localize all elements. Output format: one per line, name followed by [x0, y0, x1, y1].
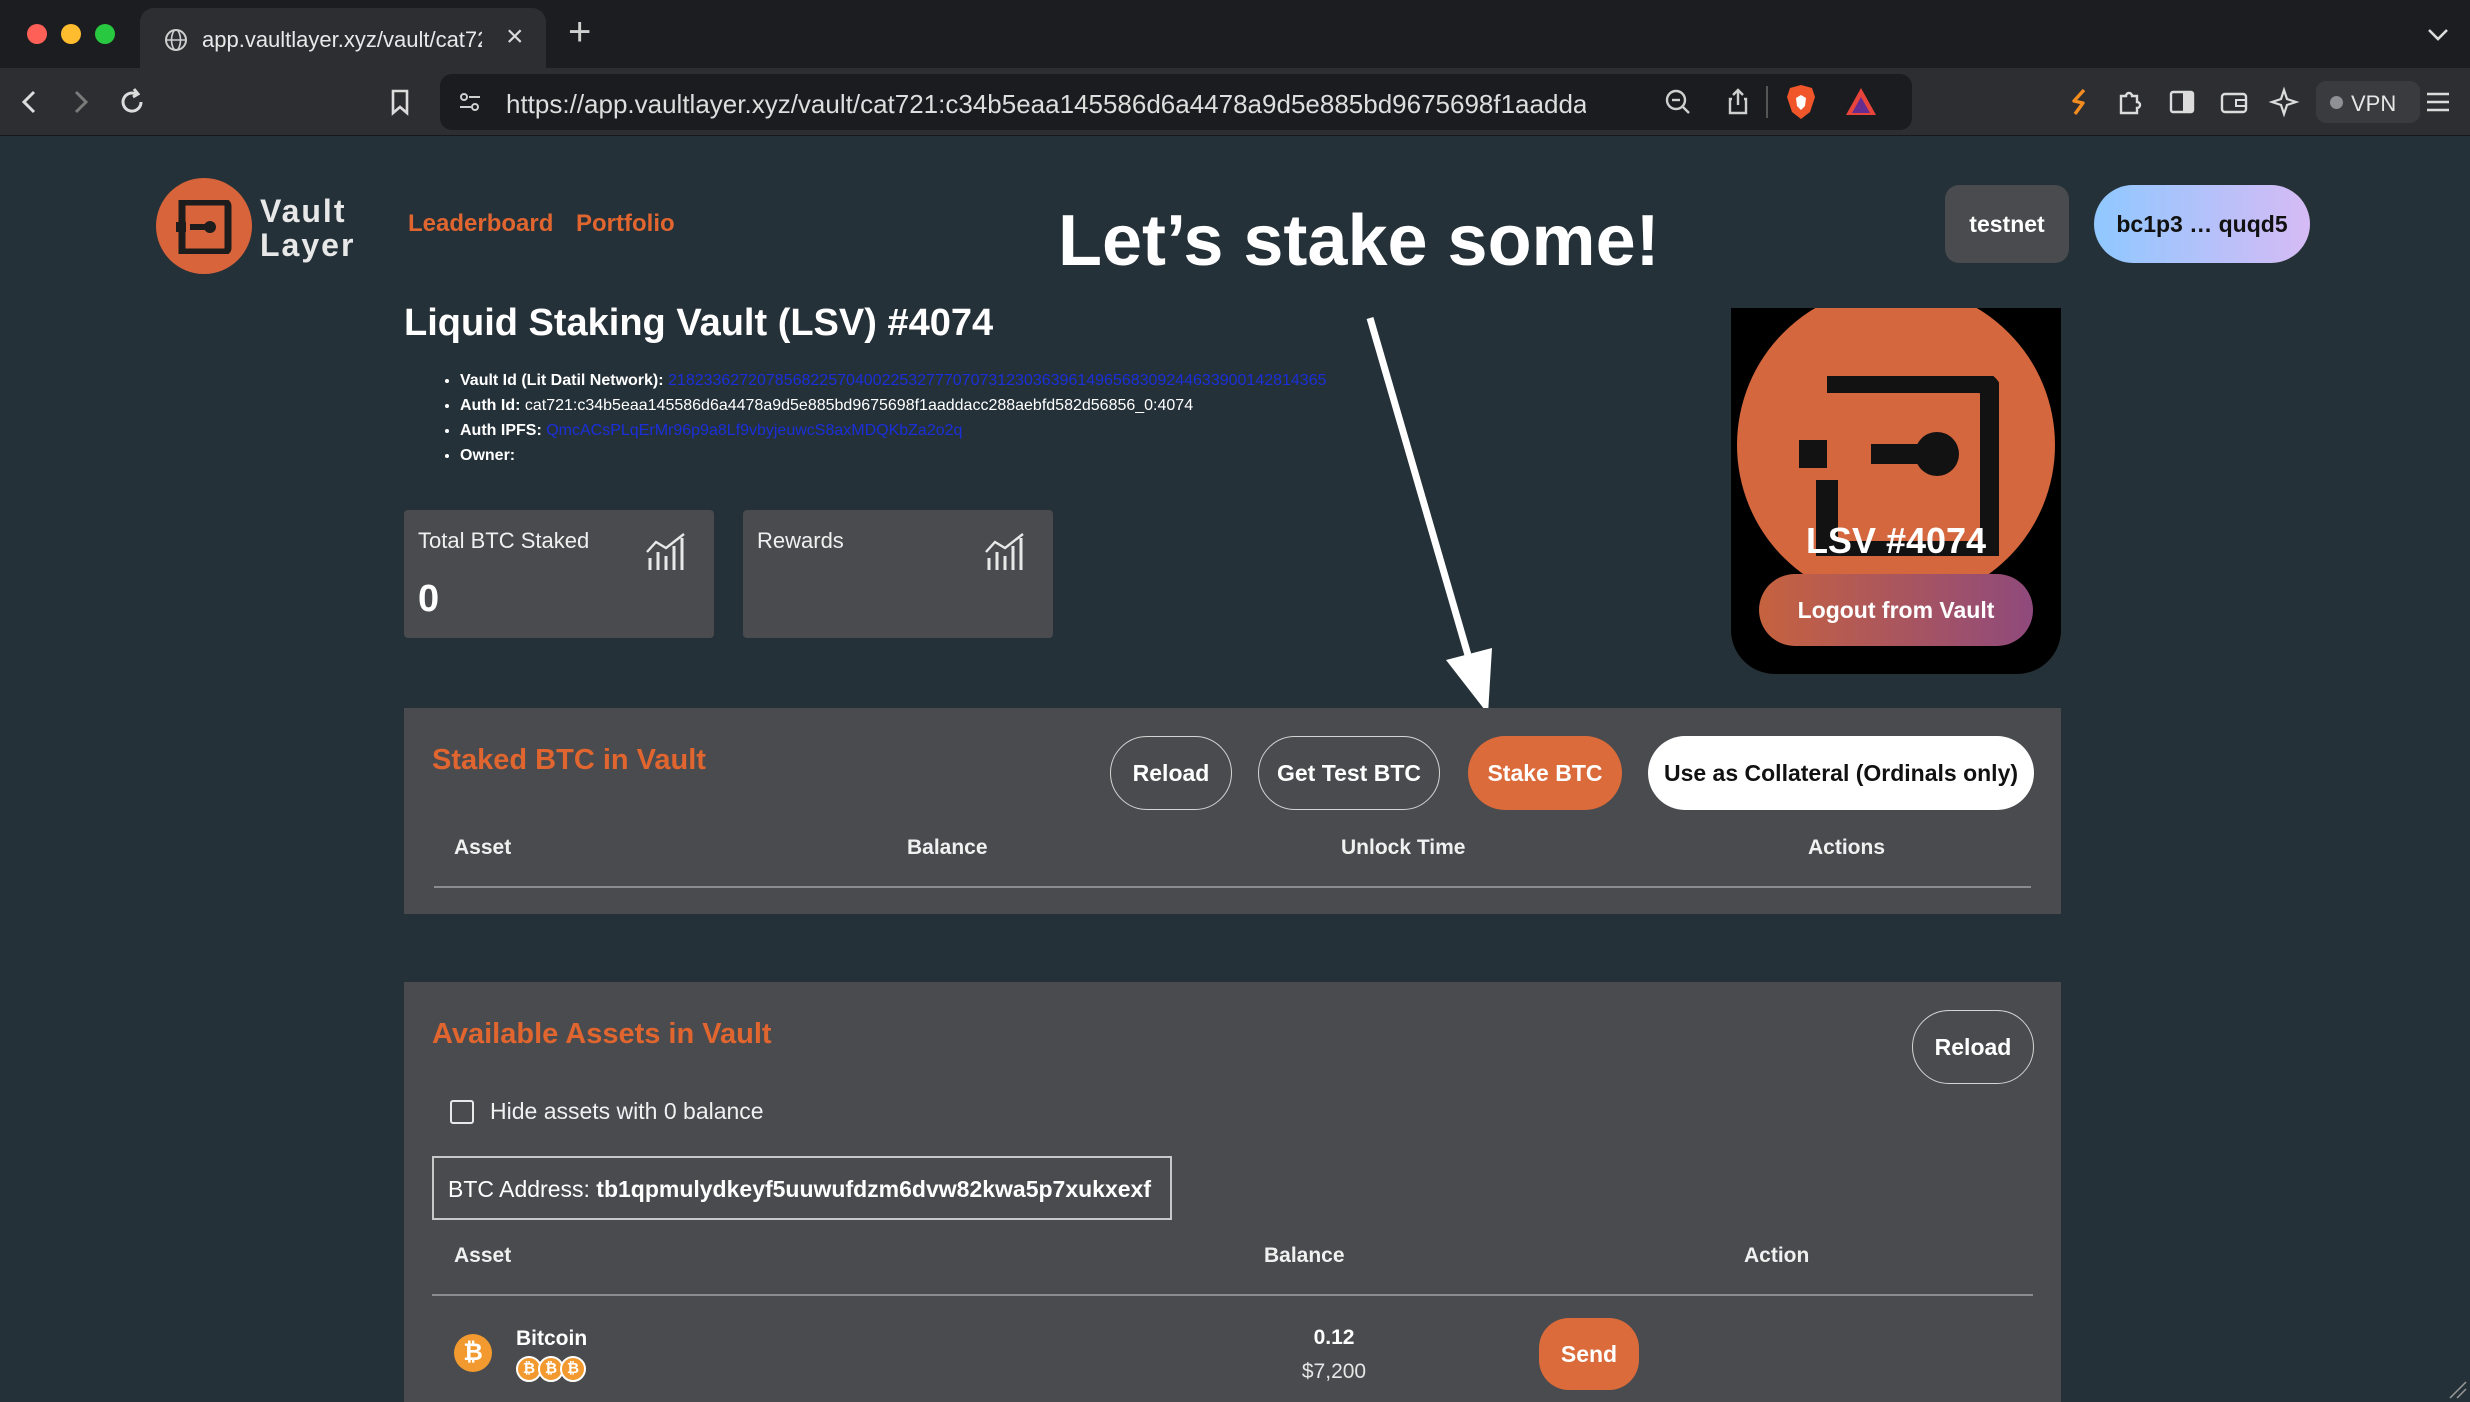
btc-address-value: tb1qpmulydkeyf5uuwufdzm6dvw82kwa5p7xukxe… [596, 1176, 1152, 1202]
sidebar-icon[interactable] [2164, 84, 2200, 120]
auth-ipfs-link[interactable]: QmcACsPLqErMr96p9a8Lf9vbyjeuwcS8axMDQKbZ… [546, 422, 962, 439]
logout-vault-button[interactable]: Logout from Vault [1759, 574, 2033, 646]
total-btc-staked-card: Total BTC Staked 0 [404, 510, 714, 638]
address-bar[interactable]: https://app.vaultlayer.xyz/vault/cat721:… [440, 74, 1912, 130]
column-header-action: Action [1744, 1244, 1810, 1267]
extension-s-icon[interactable] [2062, 84, 2098, 120]
staked-btc-panel: Staked BTC in Vault Reload Get Test BTC … [404, 708, 2061, 914]
close-tab-icon[interactable]: × [506, 22, 524, 52]
column-header-asset: Asset [454, 836, 512, 859]
table-divider [434, 886, 2031, 888]
forward-icon[interactable] [62, 84, 98, 120]
annotation-arrow [1366, 317, 1492, 714]
reload-assets-button[interactable]: Reload [1912, 1010, 2034, 1084]
owner-label: Owner: [460, 447, 516, 464]
rewards-card: Rewards [743, 510, 1053, 638]
auth-id-item: Auth Id: cat721:c34b5eaa145586d6a4478a9d… [460, 393, 1327, 418]
wallet-address-button[interactable]: bc1p3 … quqd5 [2094, 185, 2310, 263]
share-icon[interactable] [1722, 86, 1754, 118]
vault-id-item: Vault Id (Lit Datil Network): 2182336272… [460, 368, 1327, 393]
stake-btc-button[interactable]: Stake BTC [1468, 736, 1622, 810]
vault-info-list: Vault Id (Lit Datil Network): 2182336272… [460, 368, 1327, 468]
send-button[interactable]: Send [1539, 1318, 1639, 1390]
stat-label: Total BTC Staked [418, 528, 590, 553]
zoom-out-icon[interactable] [1662, 86, 1694, 118]
auth-ipfs-item: Auth IPFS: QmcACsPLqErMr96p9a8Lf9vbyjeuw… [460, 418, 1327, 443]
leo-ai-icon[interactable] [2268, 84, 2304, 120]
network-button[interactable]: testnet [1945, 185, 2069, 263]
owner-item: Owner: [460, 443, 1327, 468]
hide-zero-balance-label: Hide assets with 0 balance [490, 1098, 764, 1124]
nav-leaderboard[interactable]: Leaderboard [408, 210, 553, 238]
asset-name: Bitcoin [516, 1327, 588, 1350]
btc-address-field[interactable]: BTC Address: tb1qpmulydkeyf5uuwufdzm6dvw… [432, 1156, 1172, 1220]
bitcoin-icon: ₿ [560, 1356, 586, 1382]
column-header-actions: Actions [1808, 836, 1886, 859]
resize-handle-icon[interactable] [2446, 1378, 2468, 1400]
brave-shield-icon[interactable] [1784, 84, 1818, 120]
column-header-balance: Balance [907, 836, 988, 859]
column-header-balance: Balance [1264, 1244, 1345, 1267]
new-tab-icon[interactable]: + [568, 12, 591, 52]
window-minimize-button[interactable] [61, 24, 81, 44]
url-text: https://app.vaultlayer.xyz/vault/cat721:… [506, 89, 1586, 119]
auth-id-value: cat721:c34b5eaa145586d6a4478a9d5e885bd96… [524, 397, 1194, 414]
staked-panel-title: Staked BTC in Vault [432, 744, 706, 776]
bitcoin-icon: ₿ [454, 1334, 492, 1372]
vault-id-label: Vault Id (Lit Datil Network): [460, 372, 664, 389]
assets-panel-title: Available Assets in Vault [432, 1018, 772, 1050]
window-zoom-button[interactable] [95, 24, 115, 44]
brave-rewards-icon[interactable] [1844, 86, 1878, 118]
available-assets-panel: Available Assets in Vault Reload Hide as… [404, 982, 2061, 1402]
logo-wordmark: Vault Layer [260, 194, 355, 262]
vault-layer-logo-icon[interactable] [156, 178, 252, 274]
hide-zero-balance-checkbox[interactable] [450, 1100, 474, 1124]
vpn-label: VPN [2351, 91, 2397, 116]
vpn-button[interactable]: VPN [2316, 81, 2420, 123]
back-icon[interactable] [12, 84, 48, 120]
browser-tab-active[interactable]: app.vaultlayer.xyz/vault/cat721 × [140, 8, 546, 68]
asset-balance: 0.12 [1313, 1326, 1355, 1349]
tab-title: app.vaultlayer.xyz/vault/cat721 [202, 27, 482, 52]
auth-ipfs-label: Auth IPFS: [460, 422, 542, 439]
globe-icon [165, 29, 187, 51]
vpn-status-dot [2330, 96, 2343, 109]
get-test-btc-button[interactable]: Get Test BTC [1258, 736, 1440, 810]
stat-value: 0 [418, 578, 440, 620]
vault-title: Liquid Staking Vault (LSV) #4074 [404, 302, 994, 344]
asset-usd-value: $7,200 [1301, 1360, 1367, 1383]
extensions-puzzle-icon[interactable] [2112, 84, 2148, 120]
btc-address-text: BTC Address: tb1qpmulydkeyf5uuwufdzm6dvw… [448, 1176, 1151, 1203]
chart-icon [646, 533, 685, 570]
vault-nft-card: LSV #4074 Logout from Vault [1731, 308, 2061, 674]
window-close-button[interactable] [27, 24, 47, 44]
logo-line-1: Vault [260, 193, 347, 229]
nft-label: LSV #4074 [1805, 520, 1987, 561]
bookmark-icon[interactable] [382, 84, 418, 120]
reload-icon[interactable] [114, 84, 150, 120]
annotation-text: Let’s stake some! [1058, 201, 1660, 281]
column-header-asset: Asset [454, 1244, 512, 1267]
menu-icon[interactable] [2420, 84, 2456, 120]
wallet-icon[interactable] [2216, 84, 2252, 120]
btc-address-label: BTC Address: [448, 1176, 597, 1202]
use-as-collateral-button[interactable]: Use as Collateral (Ordinals only) [1648, 736, 2034, 810]
stat-label: Rewards [757, 528, 844, 553]
browser-toolbar: https://app.vaultlayer.xyz/vault/cat721:… [0, 68, 2470, 136]
table-divider [432, 1294, 2033, 1296]
chart-icon [985, 533, 1024, 570]
nav-portfolio[interactable]: Portfolio [576, 210, 675, 238]
chevron-down-icon[interactable] [2424, 20, 2452, 48]
site-settings-icon[interactable] [456, 88, 484, 116]
reload-staked-button[interactable]: Reload [1110, 736, 1232, 810]
logo-line-2: Layer [260, 227, 356, 263]
auth-id-label: Auth Id: [460, 397, 521, 414]
vault-id-link[interactable]: 2182336272078568225704002253277707073123… [668, 372, 1326, 389]
column-header-unlock-time: Unlock Time [1341, 836, 1466, 859]
browser-tab-bar: app.vaultlayer.xyz/vault/cat721 × + [0, 0, 2470, 68]
